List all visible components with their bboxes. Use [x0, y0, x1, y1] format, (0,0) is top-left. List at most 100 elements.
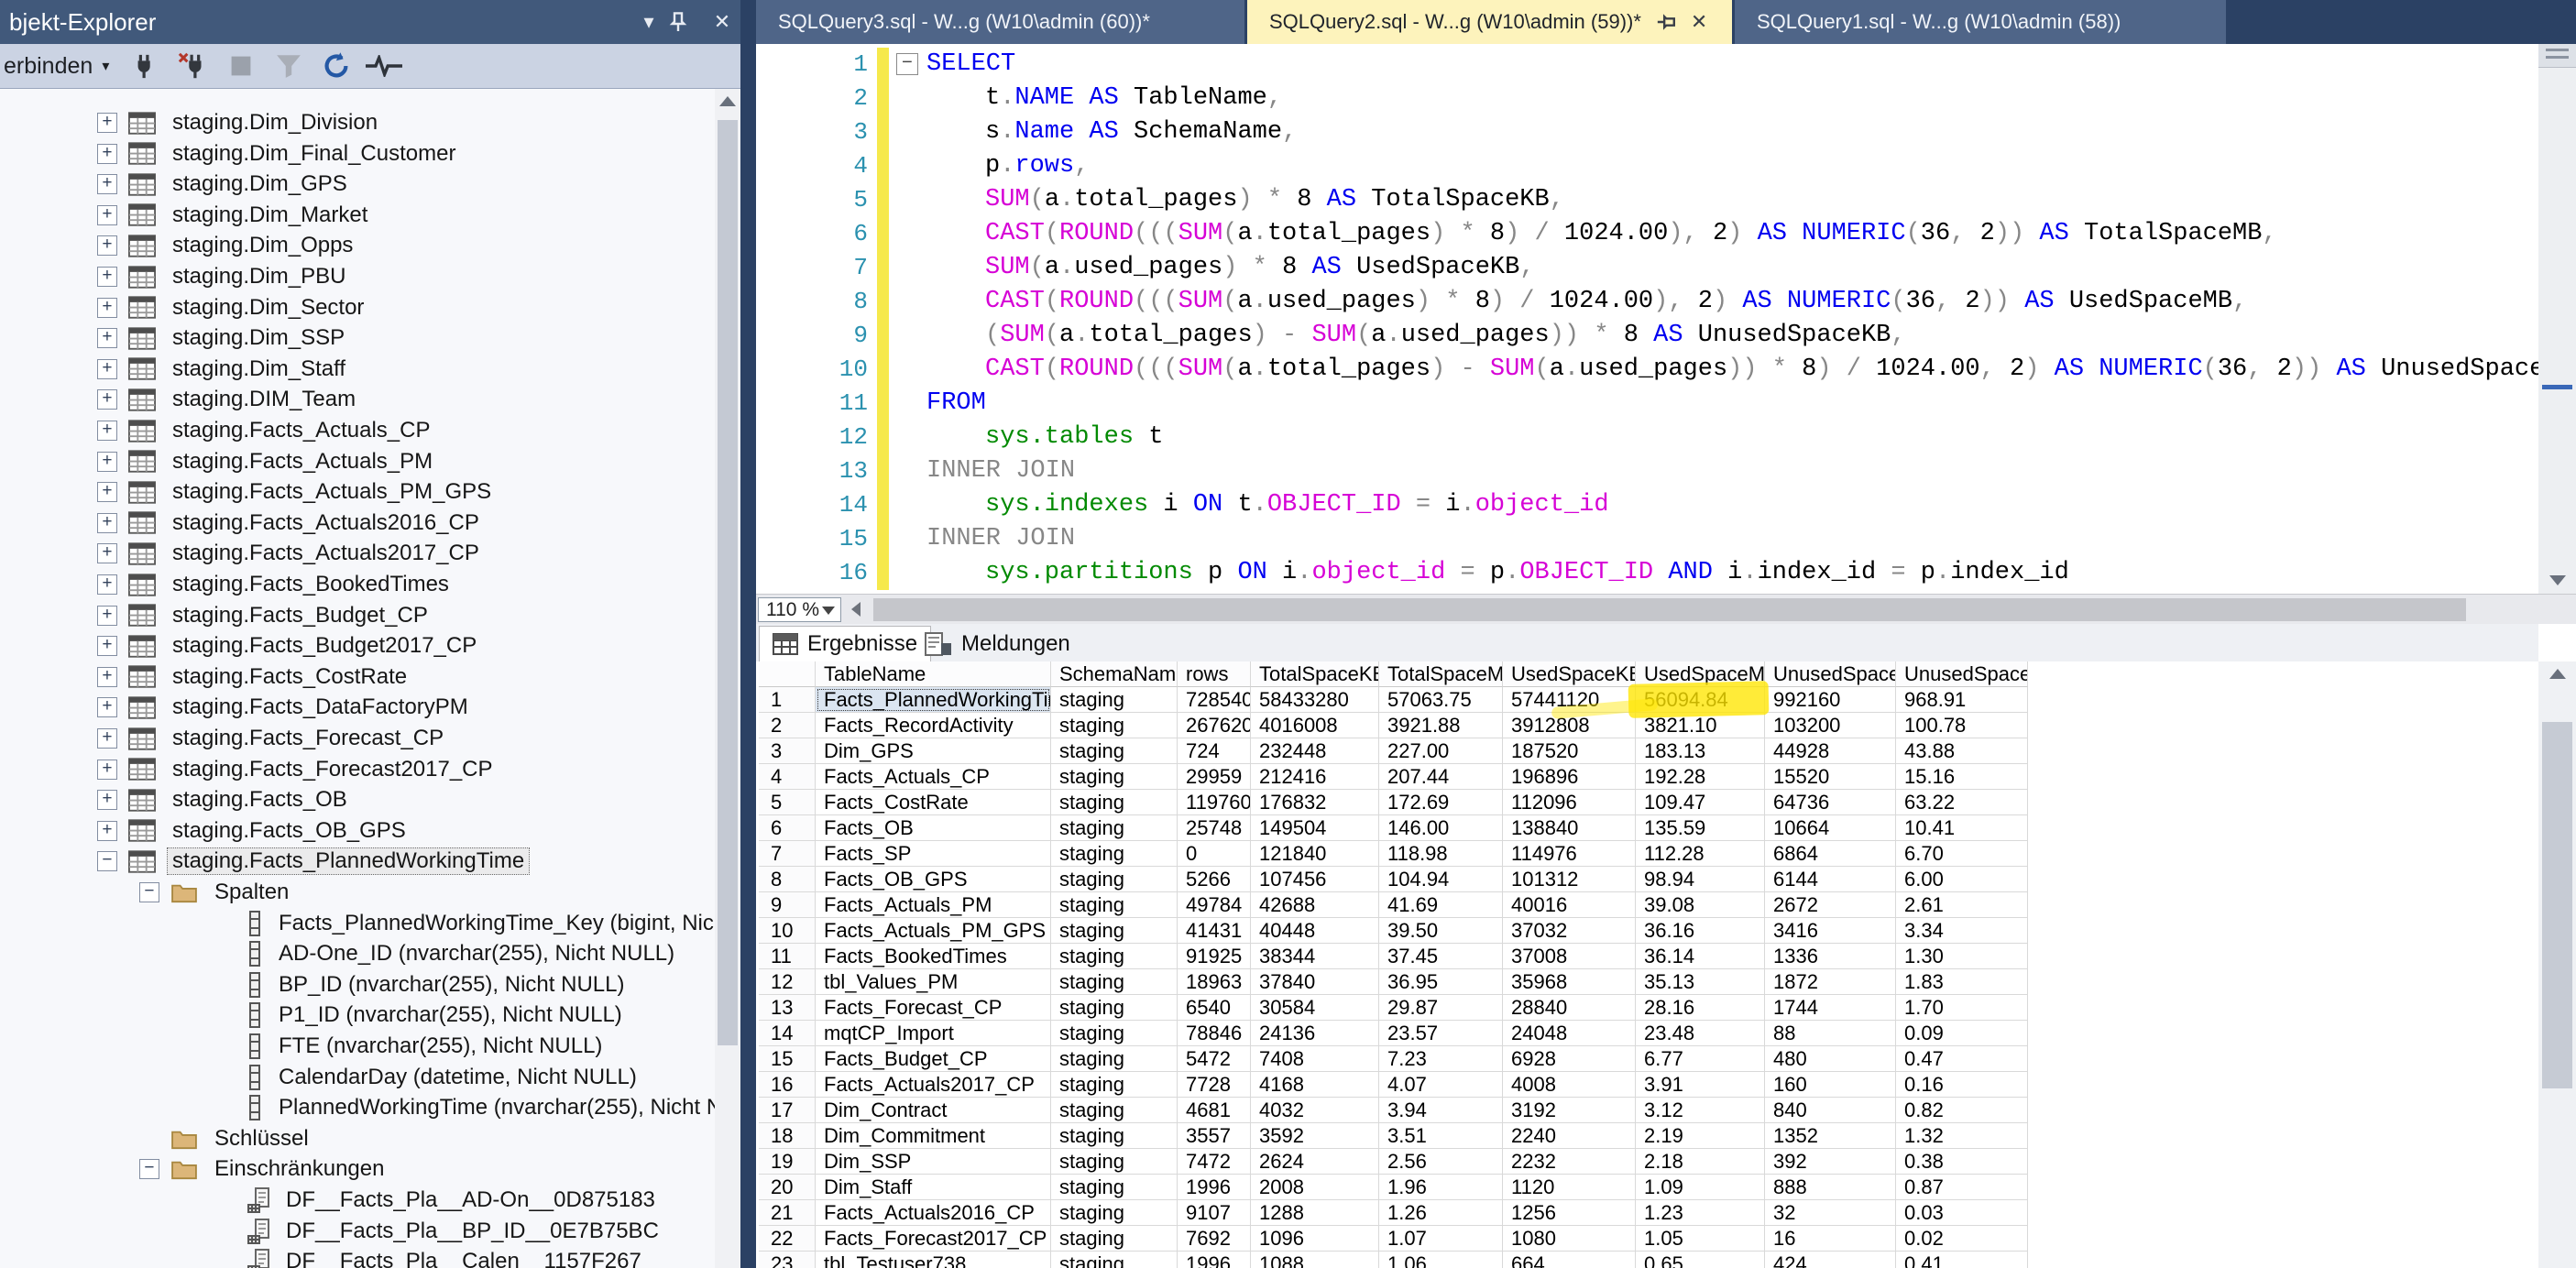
- grid-cell[interactable]: 3.34: [1896, 918, 2028, 944]
- grid-cell[interactable]: 101312: [1503, 867, 1636, 892]
- grid-cell[interactable]: 0.47: [1896, 1046, 2028, 1072]
- grid-cell[interactable]: 1120: [1503, 1175, 1636, 1200]
- grid-cell[interactable]: 1.70: [1896, 995, 2028, 1021]
- tree-expander[interactable]: +: [97, 728, 117, 749]
- grid-cell[interactable]: Facts_SP: [816, 841, 1051, 867]
- editor-zoom-select[interactable]: 110 %: [758, 597, 841, 622]
- grid-cell[interactable]: 664: [1503, 1252, 1636, 1268]
- grid-cell[interactable]: Facts_Actuals2017_CP: [816, 1072, 1051, 1098]
- tree-item-staging-facts-ob-gps[interactable]: + staging.Facts_OB_GPS: [0, 815, 715, 847]
- grid-cell[interactable]: 1.07: [1379, 1226, 1503, 1252]
- grid-cell[interactable]: 1.26: [1379, 1200, 1503, 1226]
- grid-cell[interactable]: 1.06: [1379, 1252, 1503, 1268]
- grid-cell[interactable]: Facts_BookedTimes: [816, 944, 1051, 969]
- grid-cell[interactable]: staging: [1051, 918, 1178, 944]
- tree-expander[interactable]: +: [97, 636, 117, 656]
- row-number[interactable]: 9: [759, 892, 816, 918]
- tab-ergebnisse[interactable]: Ergebnisse: [759, 626, 931, 661]
- grid-cell[interactable]: 2008: [1251, 1175, 1379, 1200]
- grid-cell[interactable]: 29.87: [1379, 995, 1503, 1021]
- grid-cell[interactable]: 49784: [1178, 892, 1251, 918]
- tree-item-staging-facts-plannedworkingtime[interactable]: − staging.Facts_PlannedWorkingTime: [0, 846, 715, 877]
- tree-item-fte-nvarchar-255-nicht-null-[interactable]: FTE (nvarchar(255), Nicht NULL): [0, 1031, 715, 1062]
- grid-cell[interactable]: 24136: [1251, 1021, 1379, 1046]
- grid-cell[interactable]: 968.91: [1896, 687, 2028, 713]
- grid-cell[interactable]: 35.13: [1636, 969, 1765, 995]
- tree-expander[interactable]: +: [97, 482, 117, 502]
- editor-vertical-scrollbar[interactable]: [2538, 44, 2576, 594]
- grid-cell[interactable]: 39.50: [1379, 918, 1503, 944]
- row-number[interactable]: 15: [759, 1046, 816, 1072]
- grid-cell[interactable]: 227.00: [1379, 738, 1503, 764]
- grid-cell[interactable]: 6144: [1765, 867, 1896, 892]
- grid-cell[interactable]: staging: [1051, 1200, 1178, 1226]
- row-number[interactable]: 21: [759, 1200, 816, 1226]
- code-line-3[interactable]: 3s.Name AS SchemaName,: [756, 115, 2538, 149]
- grid-cell[interactable]: 0.09: [1896, 1021, 2028, 1046]
- grid-cell[interactable]: 36.14: [1636, 944, 1765, 969]
- grid-cell[interactable]: staging: [1051, 1123, 1178, 1149]
- grid-cell[interactable]: 4032: [1251, 1098, 1379, 1123]
- grid-cell[interactable]: tbl_Values_PM: [816, 969, 1051, 995]
- grid-cell[interactable]: 7.23: [1379, 1046, 1503, 1072]
- tree-expander[interactable]: +: [97, 235, 117, 256]
- grid-cell[interactable]: 4.07: [1379, 1072, 1503, 1098]
- tree-item-p1-id-nvarchar-255-nicht-null-[interactable]: P1_ID (nvarchar(255), Nicht NULL): [0, 1000, 715, 1031]
- grid-cell[interactable]: 112.28: [1636, 841, 1765, 867]
- results-vertical-scrollbar[interactable]: [2538, 661, 2576, 1268]
- grid-cell[interactable]: 160: [1765, 1072, 1896, 1098]
- grid-cell[interactable]: 728540: [1178, 687, 1251, 713]
- grid-cell[interactable]: staging: [1051, 1149, 1178, 1175]
- column-header-UsedSpaceMB[interactable]: UsedSpaceMB: [1636, 661, 1765, 687]
- grid-cell[interactable]: mqtCP_Import: [816, 1021, 1051, 1046]
- grid-cell[interactable]: 724: [1178, 738, 1251, 764]
- code-line-16[interactable]: 16sys.partitions p ON i.object_id = p.OB…: [756, 556, 2538, 590]
- tree-expander[interactable]: +: [97, 359, 117, 379]
- row-number[interactable]: 13: [759, 995, 816, 1021]
- grid-cell[interactable]: 2.19: [1636, 1123, 1765, 1149]
- grid-cell[interactable]: 25748: [1178, 815, 1251, 841]
- column-header-TotalSpaceKB[interactable]: TotalSpaceKB: [1251, 661, 1379, 687]
- grid-cell[interactable]: 1.96: [1379, 1175, 1503, 1200]
- grid-cell[interactable]: 176832: [1251, 790, 1379, 815]
- grid-cell[interactable]: Facts_Actuals2016_CP: [816, 1200, 1051, 1226]
- scroll-left-icon[interactable]: [851, 602, 860, 617]
- grid-cell[interactable]: 107456: [1251, 867, 1379, 892]
- code-line-2[interactable]: 2t.NAME AS TableName,: [756, 82, 2538, 115]
- grid-cell[interactable]: 0.02: [1896, 1226, 2028, 1252]
- grid-cell[interactable]: 119760: [1178, 790, 1251, 815]
- code-line-14[interactable]: 14sys.indexes i ON t.OBJECT_ID = i.objec…: [756, 488, 2538, 522]
- grid-cell[interactable]: 38344: [1251, 944, 1379, 969]
- sql-editor[interactable]: 1−SELECT2t.NAME AS TableName,3s.Name AS …: [756, 44, 2576, 594]
- tree-item-bp-id-nvarchar-255-nicht-null-[interactable]: BP_ID (nvarchar(255), Nicht NULL): [0, 969, 715, 1000]
- document-tab-3[interactable]: SQLQuery1.sql - W...g (W10\admin (58)): [1735, 0, 2226, 44]
- column-header-TotalSpaceMB[interactable]: TotalSpaceMB: [1379, 661, 1503, 687]
- grid-cell[interactable]: 121840: [1251, 841, 1379, 867]
- tree-item-einschr-nkungen[interactable]: − Einschränkungen: [0, 1153, 715, 1185]
- split-grip-icon[interactable]: [2538, 44, 2576, 68]
- tree-item-staging-dim-final-customer[interactable]: + staging.Dim_Final_Customer: [0, 138, 715, 169]
- tree-item-plannedworkingtime-nvarchar-255-nicht-nu[interactable]: PlannedWorkingTime (nvarchar(255), Nicht…: [0, 1092, 715, 1123]
- grid-cell[interactable]: 37032: [1503, 918, 1636, 944]
- grid-cell[interactable]: Facts_Forecast2017_CP: [816, 1226, 1051, 1252]
- grid-cell[interactable]: Dim_SSP: [816, 1149, 1051, 1175]
- grid-cell[interactable]: 104.94: [1379, 867, 1503, 892]
- grid-cell[interactable]: 3416: [1765, 918, 1896, 944]
- grid-cell[interactable]: 267620: [1178, 713, 1251, 738]
- grid-cell[interactable]: 15.16: [1896, 764, 2028, 790]
- tree-item-df-facts-pla-bp-id-0e7b75bc[interactable]: DF__Facts_Pla__BP_ID__0E7B75BC: [0, 1216, 715, 1247]
- grid-cell[interactable]: 0.87: [1896, 1175, 2028, 1200]
- tree-item-staging-dim-team[interactable]: + staging.DIM_Team: [0, 384, 715, 415]
- tree-expander[interactable]: +: [97, 821, 117, 841]
- tree-expander[interactable]: +: [97, 205, 117, 225]
- grid-cell[interactable]: 4016008: [1251, 713, 1379, 738]
- grid-cell[interactable]: 992160: [1765, 687, 1896, 713]
- grid-cell[interactable]: 63.22: [1896, 790, 2028, 815]
- grid-cell[interactable]: 0.03: [1896, 1200, 2028, 1226]
- row-number[interactable]: 7: [759, 841, 816, 867]
- column-header-UsedSpaceKB[interactable]: UsedSpaceKB: [1503, 661, 1636, 687]
- grid-cell[interactable]: 7472: [1178, 1149, 1251, 1175]
- grid-cell[interactable]: 36.95: [1379, 969, 1503, 995]
- tree-expander[interactable]: +: [97, 513, 117, 533]
- grid-cell[interactable]: 1.05: [1636, 1226, 1765, 1252]
